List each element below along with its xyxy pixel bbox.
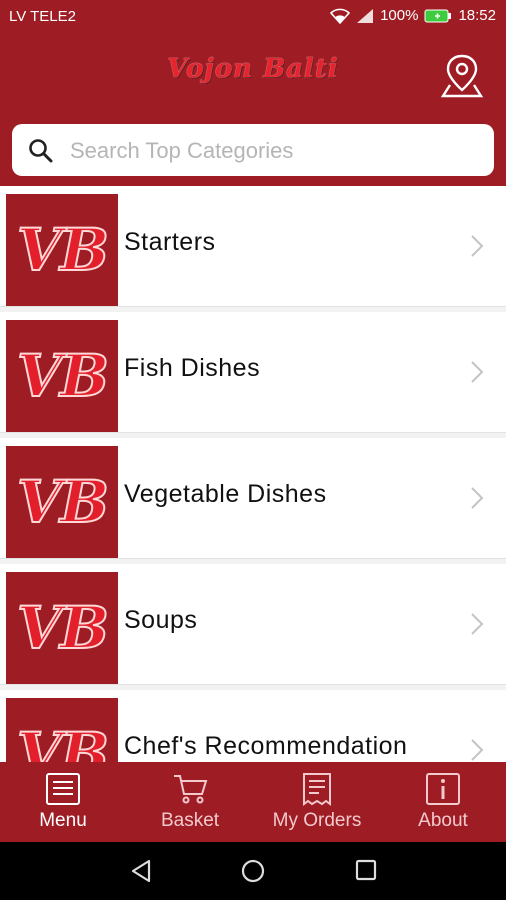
- carrier-name: LV TELE2: [9, 8, 76, 25]
- category-row-starters[interactable]: VB Starters: [0, 186, 506, 307]
- category-row-vegetable-dishes[interactable]: VB Vegetable Dishes: [0, 438, 506, 559]
- tab-label: My Orders: [272, 810, 362, 831]
- category-logo: VB: [6, 698, 118, 762]
- battery-percent: 100%: [380, 7, 419, 24]
- category-label: Vegetable Dishes: [124, 480, 327, 508]
- bottom-tab-bar: Menu Basket My Orders About: [0, 762, 506, 842]
- brand-logo: Vojon Balti: [167, 54, 339, 84]
- category-logo: VB: [6, 572, 118, 684]
- search-area: [0, 116, 506, 186]
- system-nav-bar: [0, 842, 506, 900]
- category-row-fish-dishes[interactable]: VB Fish Dishes: [0, 312, 506, 433]
- app-header: Vojon Balti: [0, 34, 506, 116]
- category-label: Soups: [124, 606, 198, 634]
- chevron-right-icon: [471, 361, 484, 383]
- map-pin-icon[interactable]: [440, 52, 484, 98]
- category-row-chefs-recommendation[interactable]: VB Chef's Recommendation: [0, 690, 506, 762]
- recent-apps-icon[interactable]: [355, 859, 377, 881]
- tab-label: Menu: [39, 810, 87, 831]
- clock: 18:52: [458, 7, 496, 24]
- chevron-right-icon: [471, 613, 484, 635]
- wifi-icon: [330, 8, 351, 24]
- category-list: VB Starters VB Fish Dishes VB Vegetable …: [0, 186, 506, 762]
- tab-about[interactable]: About: [380, 762, 506, 842]
- home-icon[interactable]: [241, 859, 265, 883]
- search-icon: [29, 139, 53, 163]
- tab-menu[interactable]: Menu: [0, 762, 126, 842]
- battery-icon: [424, 9, 452, 22]
- status-icons: 100% 18:52: [330, 7, 496, 24]
- category-logo: VB: [6, 194, 118, 306]
- chevron-right-icon: [471, 235, 484, 257]
- search-input[interactable]: [68, 132, 482, 170]
- tab-my-orders[interactable]: My Orders: [254, 762, 380, 842]
- status-bar: LV TELE2 100% 18:52: [0, 0, 506, 34]
- tab-basket[interactable]: Basket: [127, 762, 253, 842]
- back-icon[interactable]: [130, 859, 152, 883]
- chevron-right-icon: [471, 487, 484, 509]
- search-box[interactable]: [12, 124, 494, 176]
- category-row-soups[interactable]: VB Soups: [0, 564, 506, 685]
- menu-list-icon: [46, 773, 80, 805]
- category-logo: VB: [6, 446, 118, 558]
- category-label: Fish Dishes: [124, 354, 261, 382]
- chevron-right-icon: [471, 739, 484, 761]
- tab-label: About: [418, 810, 468, 831]
- category-label: Starters: [124, 228, 216, 256]
- signal-icon: [357, 8, 374, 23]
- cart-icon: [174, 775, 208, 804]
- receipt-icon: [303, 773, 331, 806]
- category-logo: VB: [6, 320, 118, 432]
- tab-label: Basket: [160, 810, 220, 831]
- category-label: Chef's Recommendation: [124, 732, 408, 760]
- info-icon: [426, 773, 460, 805]
